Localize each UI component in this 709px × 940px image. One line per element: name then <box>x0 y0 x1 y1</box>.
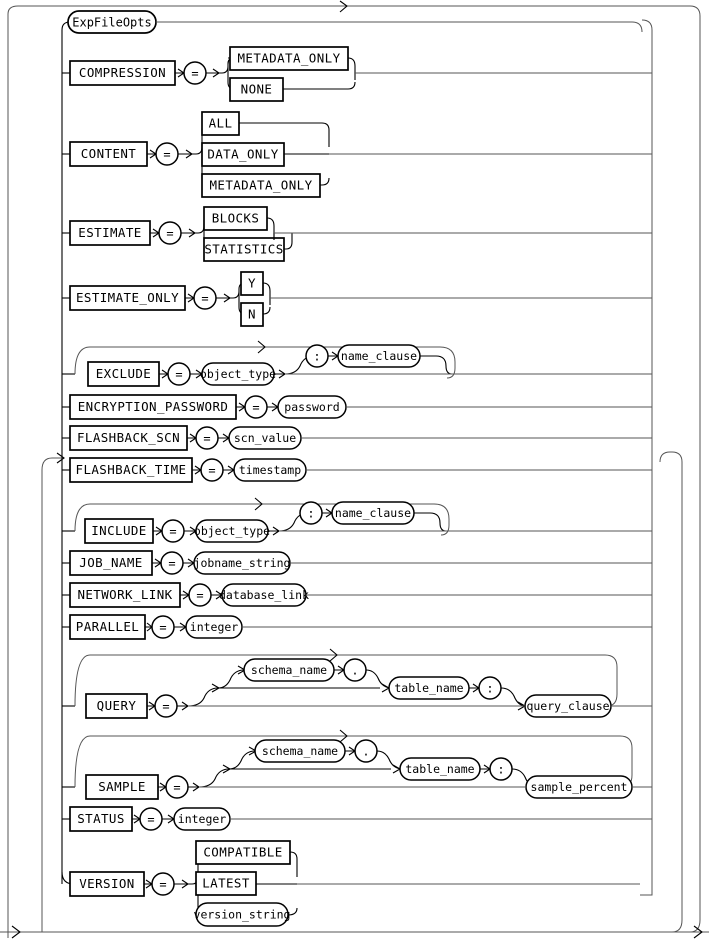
right-spine <box>640 19 653 896</box>
operator-equals: = <box>201 292 208 306</box>
choice-metadata-only: METADATA_ONLY <box>237 51 340 66</box>
value-integer: integer <box>190 620 239 634</box>
operator-equals: = <box>147 813 154 827</box>
choice-n: N <box>248 307 256 322</box>
operator-colon: : <box>313 350 320 364</box>
operator-equals: = <box>175 368 182 382</box>
entry-label: ExpFileOpts <box>72 16 151 30</box>
keyword-status: STATUS <box>77 811 125 826</box>
operator-equals: = <box>162 700 169 714</box>
value-timestamp: timestamp <box>239 463 301 477</box>
keyword-include: INCLUDE <box>91 523 146 538</box>
row-content: CONTENT = ALL DATA_ONLY METADATA_ONLY <box>62 111 652 198</box>
row-job-name: JOB_NAME = jobname_string <box>62 550 652 576</box>
keyword-compression: COMPRESSION <box>79 65 166 80</box>
value-password: password <box>284 400 339 414</box>
value-object-type: object_type <box>194 524 270 538</box>
entry-nonterminal-expfileopts: ExpFileOpts <box>61 10 643 34</box>
operator-colon: : <box>486 682 493 696</box>
operator-colon: : <box>307 507 314 521</box>
choice-statistics: STATISTICS <box>204 242 283 257</box>
operator-equals: = <box>208 464 215 478</box>
value-sample-percent: sample_percent <box>531 780 628 794</box>
operator-equals: = <box>191 67 198 81</box>
choice-none: NONE <box>241 82 273 97</box>
keyword-sample: SAMPLE <box>98 779 146 794</box>
row-estimate: ESTIMATE = BLOCKS STATISTICS <box>62 206 652 262</box>
choice-blocks: BLOCKS <box>212 211 260 226</box>
operator-equals: = <box>196 589 203 603</box>
choice-compatible: COMPATIBLE <box>203 845 282 860</box>
value-table-name: table_name <box>405 762 474 776</box>
keyword-version: VERSION <box>79 876 134 891</box>
row-exclude: EXCLUDE = object_type : name_clause <box>62 340 652 387</box>
row-parallel: PARALLEL = integer <box>62 614 652 640</box>
keyword-flashback-time: FLASHBACK_TIME <box>76 462 187 477</box>
keyword-parallel: PARALLEL <box>76 619 139 634</box>
keyword-flashback-scn: FLASHBACK_SCN <box>77 430 180 445</box>
row-version: VERSION = COMPATIBLE LATEST version_stri… <box>61 840 640 927</box>
choice-all: ALL <box>209 116 233 131</box>
row-include: INCLUDE = object_type : name_clause <box>62 497 652 544</box>
operator-equals: = <box>163 148 170 162</box>
value-jobname-string: jobname_string <box>194 556 291 570</box>
operator-colon: : <box>497 763 504 777</box>
operator-equals: = <box>159 621 166 635</box>
row-compression: COMPRESSION = METADATA_ONLY NONE <box>62 46 652 102</box>
operator-equals: = <box>166 227 173 241</box>
value-object-type: object_type <box>200 367 276 381</box>
keyword-network-link: NETWORK_LINK <box>77 587 172 602</box>
value-query-clause: query_clause <box>526 699 609 713</box>
value-schema-name: schema_name <box>251 663 327 677</box>
keyword-estimate-only: ESTIMATE_ONLY <box>76 290 179 305</box>
entry-exit-arrows <box>0 925 709 939</box>
keyword-exclude: EXCLUDE <box>96 366 151 381</box>
choice-y: Y <box>248 276 256 291</box>
row-query: QUERY = schema_name . table_name : query… <box>62 648 652 719</box>
row-flashback-time: FLASHBACK_TIME = timestamp <box>62 457 652 483</box>
row-encryption-password: ENCRYPTION_PASSWORD = password <box>62 394 652 420</box>
value-name-clause: name_clause <box>341 349 417 363</box>
value-table-name: table_name <box>394 681 463 695</box>
value-scn-value: scn_value <box>234 431 296 445</box>
operator-equals: = <box>159 878 166 892</box>
choice-metadata-only: METADATA_ONLY <box>209 178 312 193</box>
operator-equals: = <box>169 525 176 539</box>
value-name-clause: name_clause <box>335 506 411 520</box>
choice-version-string: version_string <box>194 908 291 922</box>
choice-latest: LATEST <box>202 876 250 891</box>
row-estimate-only: ESTIMATE_ONLY = Y N <box>62 271 652 327</box>
railroad-diagram: ExpFileOpts COMPRESSION = METADATA_ONLY … <box>0 0 709 939</box>
keyword-content: CONTENT <box>81 146 137 161</box>
keyword-encryption-password: ENCRYPTION_PASSWORD <box>78 399 229 414</box>
operator-equals: = <box>203 432 210 446</box>
operator-dot: . <box>351 664 358 678</box>
operator-equals: = <box>168 557 175 571</box>
row-status: STATUS = integer <box>62 806 652 832</box>
value-schema-name: schema_name <box>262 744 338 758</box>
value-database-link: database_link <box>219 588 309 602</box>
operator-equals: = <box>173 781 180 795</box>
choice-data-only: DATA_ONLY <box>207 147 278 162</box>
operator-dot: . <box>362 745 369 759</box>
row-network-link: NETWORK_LINK = database_link <box>62 582 652 608</box>
keyword-job-name: JOB_NAME <box>79 555 142 570</box>
row-sample: SAMPLE = schema_name . table_name : samp… <box>62 729 652 800</box>
keyword-estimate: ESTIMATE <box>78 225 141 240</box>
value-integer: integer <box>178 812 227 826</box>
keyword-query: QUERY <box>97 698 137 713</box>
row-flashback-scn: FLASHBACK_SCN = scn_value <box>62 425 652 451</box>
operator-equals: = <box>252 401 259 415</box>
